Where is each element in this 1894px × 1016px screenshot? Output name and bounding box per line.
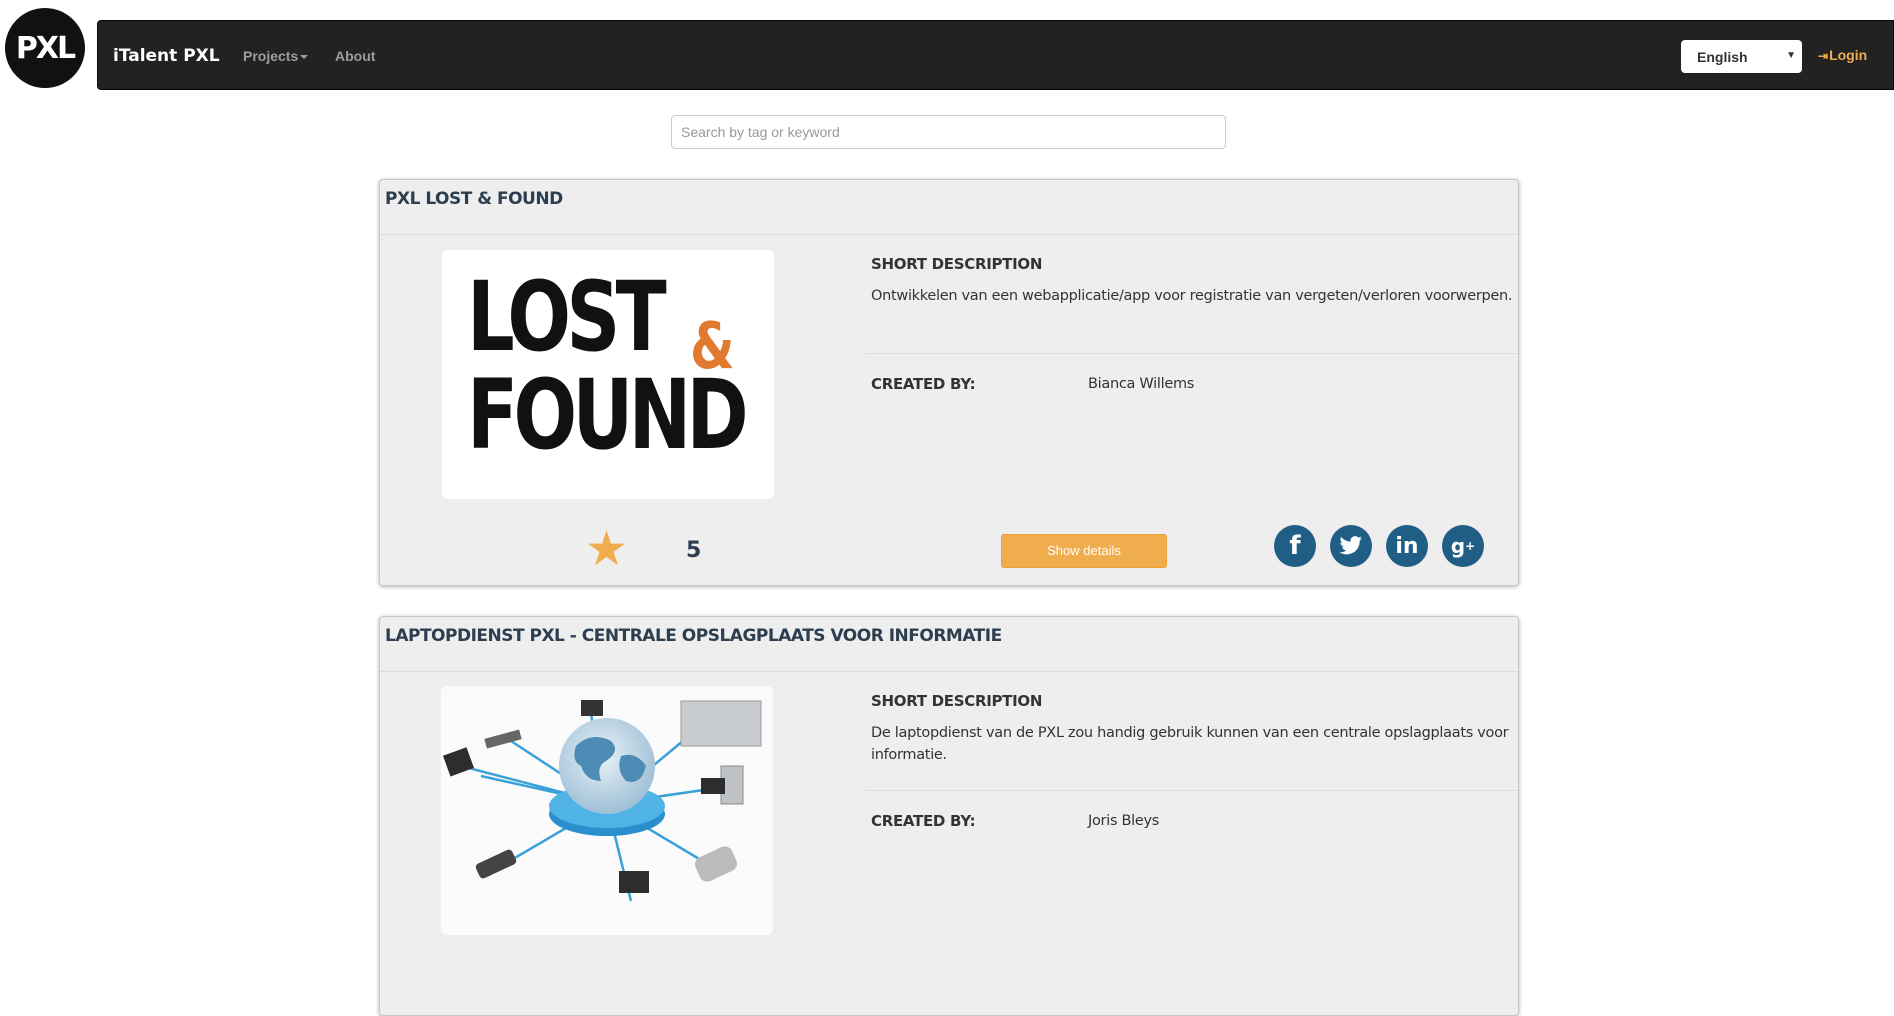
- caret-down-icon: [300, 55, 309, 60]
- short-description-text: Ontwikkelen van een webapplicatie/app vo…: [871, 288, 1513, 304]
- divider: [865, 790, 1518, 791]
- language-select[interactable]: English ▼: [1681, 40, 1802, 73]
- show-details-button[interactable]: Show details: [1001, 534, 1167, 568]
- divider: [380, 671, 1518, 672]
- short-description-label: SHORT DESCRIPTION: [871, 255, 1043, 273]
- top-navbar: iTalent PXL Projects About English ▼ ⇥Lo…: [97, 20, 1894, 90]
- login-icon: ⇥: [1818, 49, 1829, 63]
- created-by-name: Joris Bleys: [1088, 813, 1160, 829]
- logo-text: PXL: [15, 30, 76, 66]
- language-value: English: [1697, 49, 1748, 65]
- divider: [865, 353, 1518, 354]
- twitter-icon[interactable]: [1330, 525, 1372, 567]
- created-by-label: CREATED BY:: [871, 375, 976, 393]
- nav-projects-label: Projects: [243, 48, 299, 64]
- ampersand-logo: &: [690, 310, 735, 384]
- project-image-lost-found: LOST FOUND &: [442, 250, 774, 499]
- divider: [380, 234, 1518, 235]
- linkedin-icon[interactable]: in: [1386, 525, 1428, 567]
- created-by-label: CREATED BY:: [871, 812, 976, 830]
- facebook-icon[interactable]: f: [1274, 525, 1316, 567]
- project-title[interactable]: PXL LOST & FOUND: [385, 189, 563, 209]
- short-description-label: SHORT DESCRIPTION: [871, 692, 1043, 710]
- rating-value: 5: [686, 538, 702, 563]
- project-title[interactable]: LAPTOPDIENST PXL - CENTRALE OPSLAGPLAATS…: [385, 626, 1002, 646]
- project-card: PXL LOST & FOUND LOST FOUND & SHORT DESCR…: [379, 179, 1519, 586]
- google-plus-icon[interactable]: g +: [1442, 525, 1484, 567]
- login-label: Login: [1829, 47, 1868, 63]
- short-description-text: De laptopdienst van de PXL zou handig ge…: [871, 725, 1509, 763]
- dropdown-arrow-icon: ▼: [1786, 50, 1796, 61]
- nav-projects-dropdown[interactable]: Projects: [243, 48, 309, 64]
- created-by-name: Bianca Willems: [1088, 376, 1195, 392]
- search-input[interactable]: [671, 115, 1226, 149]
- login-link[interactable]: ⇥Login: [1818, 47, 1867, 63]
- nav-about-link[interactable]: About: [335, 48, 375, 64]
- project-image-network: [441, 686, 773, 935]
- star-icon[interactable]: ★: [585, 526, 628, 574]
- project-card: LAPTOPDIENST PXL - CENTRALE OPSLAGPLAATS…: [379, 616, 1519, 1016]
- pxl-logo[interactable]: PXL: [5, 8, 85, 88]
- brand-link[interactable]: iTalent PXL: [113, 46, 220, 66]
